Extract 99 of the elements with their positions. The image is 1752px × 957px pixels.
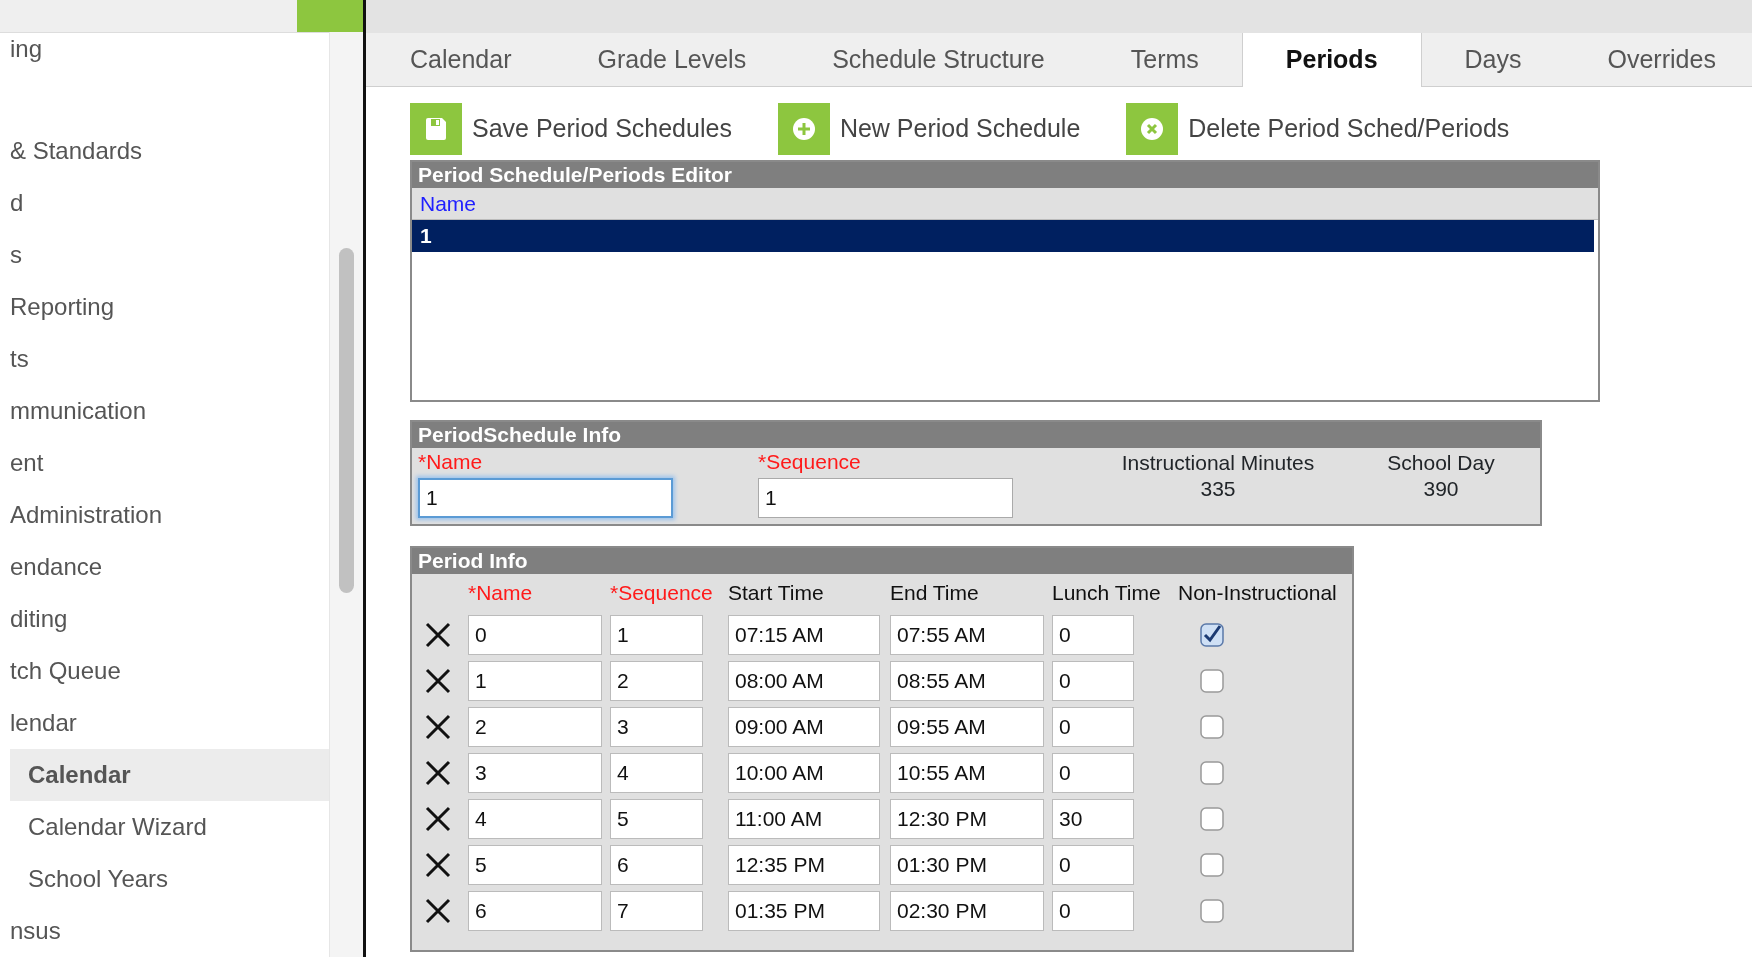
tab[interactable]: Calendar: [410, 33, 512, 86]
sidebar-item[interactable]: endance: [0, 541, 330, 593]
stat-label: School Day: [1387, 450, 1495, 476]
table-input[interactable]: 6: [468, 891, 602, 931]
table-input[interactable]: 09:00 AM: [728, 707, 880, 747]
column-header[interactable]: Name: [412, 188, 1598, 220]
new-button[interactable]: New Period Schedule: [777, 97, 1081, 160]
checkbox[interactable]: [1200, 807, 1224, 831]
sidebar-item[interactable]: Administration: [0, 489, 330, 541]
sidebar-item[interactable]: diting: [0, 593, 330, 645]
table-row[interactable]: 1: [412, 220, 1594, 252]
panel-title: Period Schedule/Periods Editor: [412, 162, 1598, 188]
field-label: *Sequence: [758, 450, 862, 474]
sidebar-item[interactable]: mmunication: [0, 385, 330, 437]
checkbox[interactable]: [1200, 623, 1224, 647]
delete-icon[interactable]: [424, 897, 452, 925]
delete-button[interactable]: Delete Period Sched/Periods: [1126, 97, 1510, 160]
table-input[interactable]: 01:35 PM: [728, 891, 880, 931]
panel-title: Period Info: [412, 548, 1352, 574]
delete-icon[interactable]: [424, 621, 452, 649]
tab[interactable]: Grade Levels: [597, 33, 747, 86]
sidebar-item[interactable]: d: [0, 177, 330, 229]
table-input[interactable]: 10:55 AM: [890, 753, 1044, 793]
column-header: Start Time: [728, 580, 825, 606]
table-input[interactable]: 1: [610, 615, 703, 655]
table-input[interactable]: 2: [468, 707, 602, 747]
stat-label: Instructional Minutes: [1121, 450, 1315, 476]
table-input[interactable]: 3: [468, 753, 602, 793]
save-button[interactable]: Save Period Schedules: [410, 97, 732, 160]
table-input[interactable]: 4: [610, 753, 703, 793]
sidebar-item[interactable]: Calendar Wizard: [10, 801, 330, 853]
sidebar-item[interactable]: ing: [0, 23, 330, 75]
sidebar-item[interactable]: lendar: [0, 697, 330, 749]
delete-icon[interactable]: [424, 759, 452, 787]
table-input[interactable]: 07:55 AM: [890, 615, 1044, 655]
table-input[interactable]: 4: [468, 799, 602, 839]
table-input[interactable]: 5: [610, 799, 703, 839]
sidebar-item[interactable]: ts: [0, 333, 330, 385]
delete-icon[interactable]: [424, 851, 452, 879]
close-icon: [1126, 102, 1179, 155]
column-header: *Sequence: [610, 580, 714, 606]
sequence-field[interactable]: 1: [758, 478, 1013, 518]
table-input[interactable]: 0: [1052, 845, 1134, 885]
table-input[interactable]: 2: [610, 661, 703, 701]
table-input[interactable]: 0: [1052, 615, 1134, 655]
table-input[interactable]: 0: [1052, 753, 1134, 793]
table-input[interactable]: 12:35 PM: [728, 845, 880, 885]
plus-icon: [777, 102, 830, 155]
tab[interactable]: Overrides: [1607, 33, 1716, 86]
table-input[interactable]: 09:55 AM: [890, 707, 1044, 747]
checkbox[interactable]: [1200, 899, 1224, 923]
table-input[interactable]: 1: [468, 661, 602, 701]
table-input[interactable]: 12:30 PM: [890, 799, 1044, 839]
sidebar-item[interactable]: Reporting: [0, 281, 330, 333]
table-input[interactable]: 0: [1052, 891, 1134, 931]
tab[interactable]: Terms: [1130, 33, 1199, 86]
table-input[interactable]: 5: [468, 845, 602, 885]
table-input[interactable]: 10:00 AM: [728, 753, 880, 793]
table-input[interactable]: 0: [468, 615, 602, 655]
stat-value: 335: [1200, 476, 1236, 502]
tab[interactable]: Periods: [1241, 33, 1422, 87]
tab[interactable]: Schedule Structure: [832, 33, 1045, 86]
table-input[interactable]: 11:00 AM: [728, 799, 880, 839]
table-input[interactable]: 30: [1052, 799, 1134, 839]
delete-icon[interactable]: [424, 713, 452, 741]
header-block: [297, 0, 364, 32]
column-header: *Name: [468, 580, 534, 606]
table-input[interactable]: 6: [610, 845, 703, 885]
field-label: *Name: [418, 450, 484, 474]
table-input[interactable]: 3: [610, 707, 703, 747]
panel-title: PeriodSchedule Info: [412, 422, 1540, 448]
checkbox[interactable]: [1200, 715, 1224, 739]
name-field[interactable]: 1: [418, 478, 673, 518]
stat-value: 390: [1423, 476, 1459, 502]
tab[interactable]: Days: [1464, 33, 1522, 86]
checkbox[interactable]: [1200, 669, 1224, 693]
sidebar-item[interactable]: s: [0, 229, 330, 281]
sidebar-item[interactable]: & Standards: [0, 125, 330, 177]
checkbox[interactable]: [1200, 853, 1224, 877]
table-input[interactable]: 08:55 AM: [890, 661, 1044, 701]
sidebar-item[interactable]: Calendar: [10, 749, 330, 801]
sidebar-item[interactable]: ent: [0, 437, 330, 489]
table-input[interactable]: 02:30 PM: [890, 891, 1044, 931]
table-input[interactable]: 08:00 AM: [728, 661, 880, 701]
table-input[interactable]: 07:15 AM: [728, 615, 880, 655]
column-header: Lunch Time: [1052, 580, 1162, 606]
sidebar-item[interactable]: School Years: [10, 853, 330, 905]
sidebar-item[interactable]: tch Queue: [0, 645, 330, 697]
delete-icon[interactable]: [424, 667, 452, 695]
table-input[interactable]: 01:30 PM: [890, 845, 1044, 885]
table-input[interactable]: 7: [610, 891, 703, 931]
sidebar-item[interactable]: nsus: [0, 905, 330, 957]
checkbox[interactable]: [1200, 761, 1224, 785]
table-input[interactable]: 0: [1052, 661, 1134, 701]
table-input[interactable]: 0: [1052, 707, 1134, 747]
delete-icon[interactable]: [424, 805, 452, 833]
column-header: End Time: [890, 580, 980, 606]
column-header: Non-Instructional: [1178, 580, 1338, 606]
scrollbar-thumb[interactable]: [339, 248, 355, 593]
